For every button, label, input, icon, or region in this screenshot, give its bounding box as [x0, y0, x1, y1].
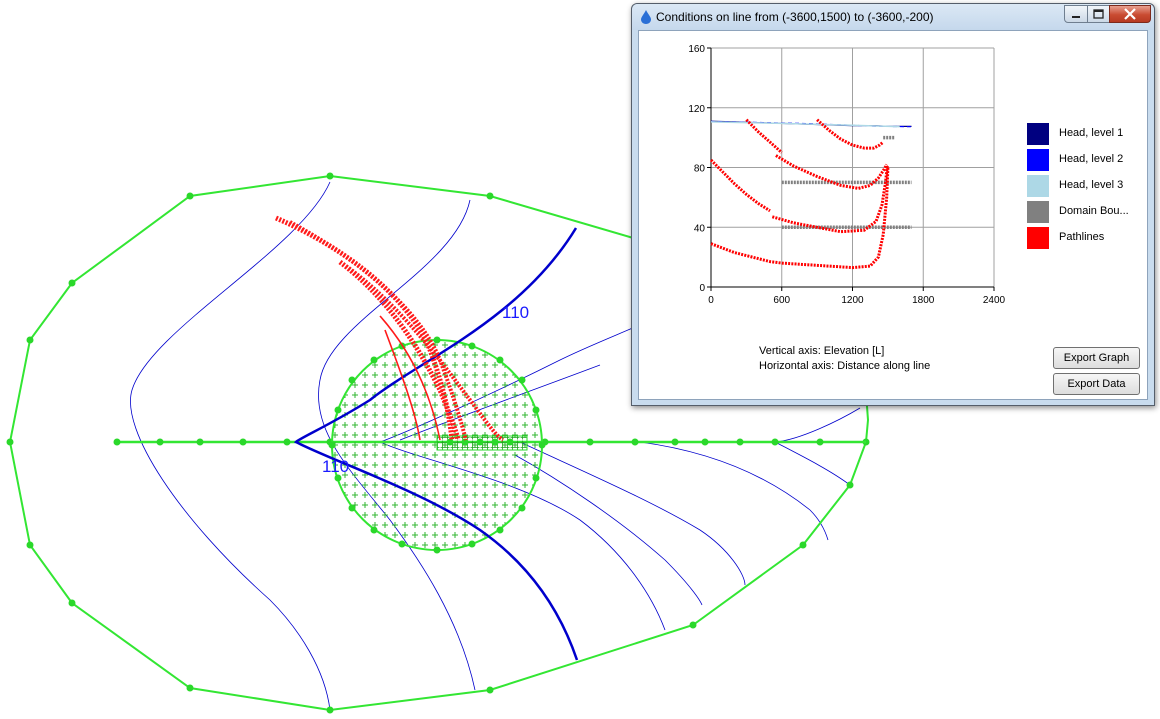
legend-swatch	[1027, 201, 1049, 223]
water-drop-icon	[641, 10, 651, 24]
x-tick-label: 600	[773, 295, 790, 306]
y-tick-label: 120	[688, 104, 705, 115]
legend-item: Head, level 3	[1027, 175, 1147, 199]
legend-label: Domain Bou...	[1059, 205, 1129, 217]
x-axis-ticks: 0 600 1200 1800 2400	[708, 295, 1005, 306]
window-title: Conditions on line from (-3600,1500) to …	[656, 10, 934, 24]
maximize-icon	[1093, 9, 1104, 19]
legend-label: Pathlines	[1059, 231, 1105, 243]
x-tick-label: 2400	[983, 295, 1006, 306]
x-tick-label: 0	[708, 295, 714, 306]
y-tick-label: 160	[688, 44, 705, 55]
y-tick-label: 80	[694, 164, 706, 175]
export-graph-button[interactable]: Export Graph	[1053, 347, 1140, 369]
chart-grid	[711, 47, 995, 287]
close-icon	[1124, 8, 1136, 20]
minimize-icon	[1072, 16, 1080, 18]
export-data-button[interactable]: Export Data	[1053, 373, 1140, 395]
x-tick-label: 1200	[841, 295, 864, 306]
contour-label-top: 110	[502, 303, 529, 322]
legend-swatch	[1027, 175, 1049, 197]
minimize-button[interactable]	[1064, 5, 1088, 23]
y-tick-label: 40	[694, 223, 706, 234]
chart-client-area: 0 600 1200 1800 2400 0 40 80 120 160 Head, level…	[638, 30, 1148, 400]
horizontal-axis-caption: Horizontal axis: Distance along line	[759, 360, 931, 372]
legend-item: Domain Bou...	[1027, 201, 1147, 225]
chart-window[interactable]: Conditions on line from (-3600,1500) to …	[631, 3, 1155, 406]
legend-item: Head, level 1	[1027, 123, 1147, 147]
vertical-axis-caption: Vertical axis: Elevation [L]	[759, 345, 885, 357]
legend-swatch	[1027, 227, 1049, 249]
contour-label-bottom: 110	[322, 457, 349, 476]
legend-label: Head, level 2	[1059, 153, 1124, 165]
legend-item: Head, level 2	[1027, 149, 1147, 173]
legend-label: Head, level 3	[1059, 179, 1124, 191]
y-axis-ticks: 0 40 80 120 160	[688, 44, 705, 294]
legend-item: Pathlines	[1027, 227, 1147, 251]
legend-swatch	[1027, 149, 1049, 171]
maximize-button[interactable]	[1087, 5, 1110, 23]
legend-label: Head, level 1	[1059, 127, 1124, 139]
x-tick-label: 1800	[912, 295, 935, 306]
close-button[interactable]	[1109, 5, 1151, 23]
legend-swatch	[1027, 123, 1049, 145]
y-tick-label: 0	[699, 283, 705, 294]
window-titlebar[interactable]: Conditions on line from (-3600,1500) to …	[632, 4, 1154, 30]
